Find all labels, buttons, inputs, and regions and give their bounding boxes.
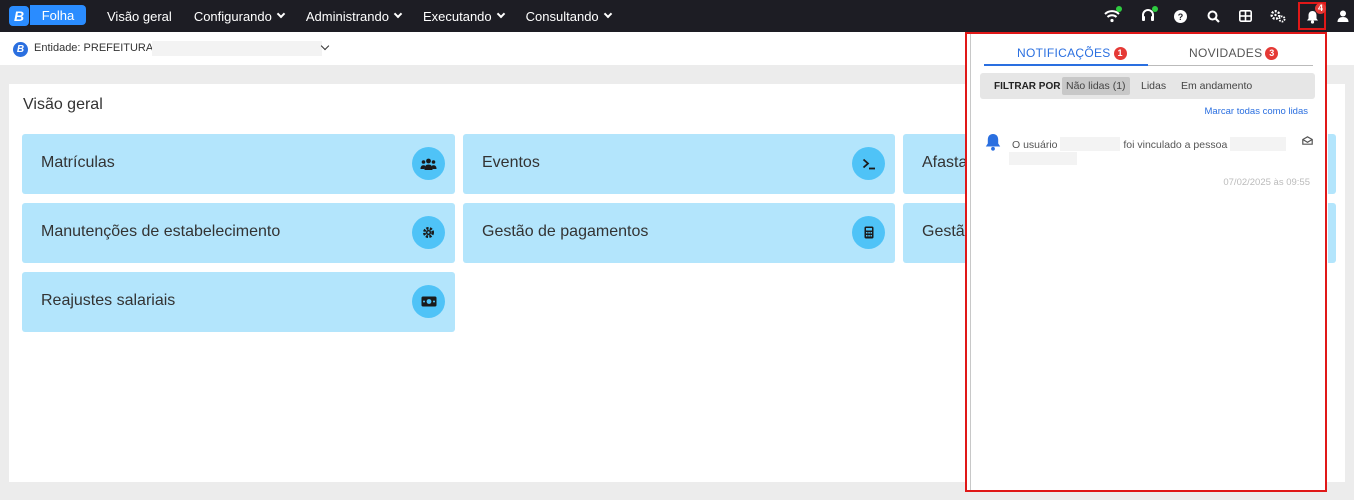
gear-icon <box>412 216 445 249</box>
menu-visao-geral[interactable]: Visão geral <box>96 9 183 24</box>
card-label: Matrículas <box>41 154 115 171</box>
card-reajustes-salariais[interactable]: Reajustes salariais <box>22 272 455 332</box>
filter-nao-lidas[interactable]: Não lidas (1) <box>1062 77 1130 95</box>
terminal-icon <box>852 147 885 180</box>
mark-all-read-link[interactable]: Marcar todas como lidas <box>1205 106 1308 117</box>
tab-notificacoes[interactable]: NOTIFICAÇÕES 1 <box>1017 46 1127 60</box>
menu-administrando[interactable]: Administrando <box>295 9 412 24</box>
card-label: Reajustes salariais <box>41 292 176 309</box>
notification-count-badge: 4 <box>1315 3 1327 14</box>
headset-icon[interactable] <box>1140 6 1158 24</box>
main-menu: Visão geral Configurando Administrando E… <box>96 0 622 32</box>
redacted-person <box>1230 137 1287 151</box>
notifications-dropdown: NOTIFICAÇÕES 1 NOVIDADES 3 FILTRAR POR Não… <box>965 32 1327 492</box>
status-online-dot <box>1116 6 1122 12</box>
wifi-icon[interactable] <box>1104 6 1122 24</box>
divider <box>970 34 971 490</box>
money-icon <box>412 285 445 318</box>
status-online-dot <box>1152 6 1158 12</box>
chevron-down-icon <box>276 9 286 19</box>
top-navigation-bar: B Folha Visão geral Configurando Adminis… <box>0 0 1354 32</box>
help-icon[interactable]: ? <box>1172 8 1188 24</box>
card-edge <box>1328 134 1336 194</box>
card-label: Afasta <box>922 154 968 171</box>
entity-name-redacted[interactable] <box>152 41 322 56</box>
redacted-person <box>1009 152 1077 165</box>
menu-label: Visão geral <box>107 8 172 24</box>
chevron-down-icon <box>393 9 403 19</box>
settings-icon[interactable] <box>1270 8 1286 24</box>
card-label: Gestão de pagamentos <box>482 223 649 240</box>
tab-count-badge: 1 <box>1113 47 1127 60</box>
divider <box>1148 65 1313 66</box>
entity-logo-icon: B <box>13 42 28 57</box>
svg-text:?: ? <box>1177 12 1183 22</box>
notifications-button[interactable]: 4 <box>1298 2 1327 30</box>
filter-em-andamento[interactable]: Em andamento <box>1177 77 1256 95</box>
envelope-open-icon[interactable] <box>1302 136 1313 145</box>
menu-label: Consultando <box>525 8 599 24</box>
page-title: Visão geral <box>23 96 103 113</box>
tab-novidades[interactable]: NOVIDADES 3 <box>1189 46 1279 60</box>
notification-text-part: foi vinculado a pessoa <box>1123 139 1228 151</box>
filter-bar: FILTRAR POR Não lidas (1) Lidas Em andam… <box>980 73 1315 99</box>
card-matriculas[interactable]: Matrículas <box>22 134 455 194</box>
menu-label: Configurando <box>193 8 272 24</box>
betha-logo[interactable]: B <box>9 6 29 26</box>
people-icon <box>412 147 445 180</box>
card-label: Eventos <box>482 154 540 171</box>
filter-lidas[interactable]: Lidas <box>1137 77 1170 95</box>
calculator-icon <box>852 216 885 249</box>
tab-label: NOVIDADES <box>1189 46 1263 60</box>
card-edge <box>1328 203 1336 263</box>
card-afastamentos[interactable]: Afasta <box>903 134 968 194</box>
active-tab-indicator <box>984 64 1148 66</box>
notification-timestamp: 07/02/2025 às 09:55 <box>1223 177 1310 188</box>
card-gestao-pagamentos[interactable]: Gestão de pagamentos <box>463 203 895 263</box>
chevron-down-icon <box>603 9 612 19</box>
card-manutencoes-estabelecimento[interactable]: Manutenções de estabelecimento <box>22 203 455 263</box>
notification-text-part: O usuário <box>1012 139 1058 151</box>
tab-count-badge: 3 <box>1265 47 1279 60</box>
card-label: Gestã <box>922 223 965 240</box>
grid-icon[interactable] <box>1237 8 1253 24</box>
menu-label: Executando <box>422 8 492 24</box>
notification-text: O usuário foi vinculado a pessoa <box>1012 137 1287 151</box>
app-name-badge[interactable]: Folha <box>30 5 86 25</box>
entity-label: Entidade: PREFEITURA <box>34 42 154 54</box>
menu-configurando[interactable]: Configurando <box>183 9 295 24</box>
chevron-down-icon <box>496 9 505 19</box>
menu-consultando[interactable]: Consultando <box>515 9 622 24</box>
card-label: Manutenções de estabelecimento <box>41 223 281 240</box>
card-gestao-partial[interactable]: Gestã <box>903 203 965 263</box>
bell-icon <box>985 134 1001 151</box>
menu-executando[interactable]: Executando <box>412 9 515 24</box>
menu-label: Administrando <box>305 8 389 24</box>
user-icon[interactable] <box>1335 8 1351 24</box>
redacted-user <box>1060 137 1121 151</box>
search-icon[interactable] <box>1205 8 1221 24</box>
card-eventos[interactable]: Eventos <box>463 134 895 194</box>
tab-label: NOTIFICAÇÕES <box>1017 46 1111 60</box>
filter-label: FILTRAR POR <box>994 81 1061 92</box>
